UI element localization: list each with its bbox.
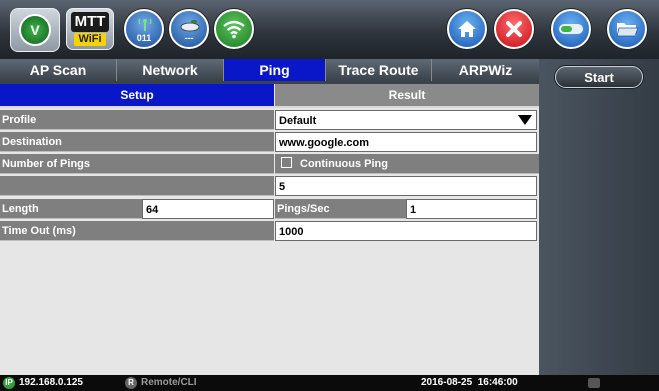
tab-ap-scan[interactable]: AP Scan — [0, 59, 117, 81]
wifi-label: WiFi — [74, 33, 106, 46]
home-logo-button[interactable]: V — [10, 8, 60, 52]
content-area — [0, 243, 539, 375]
mtt-label: MTT — [71, 12, 109, 32]
app-window: V MTT WiFi 011 --- AP Scan Network Ping … — [0, 0, 659, 391]
logo-icon: V — [19, 14, 51, 46]
right-toolbar — [539, 0, 659, 59]
side-panel — [539, 59, 659, 375]
content-divider — [0, 106, 539, 108]
pings-count-label-blank — [0, 176, 274, 196]
timeout-row: Time Out (ms) 1000 — [0, 221, 539, 241]
continuous-ping-label: Continuous Ping — [300, 158, 388, 170]
top-toolbar: V MTT WiFi 011 --- — [0, 0, 539, 59]
folder-icon — [616, 23, 639, 37]
ip-address: 192.168.0.125 — [19, 377, 83, 388]
folder-button[interactable] — [607, 9, 647, 49]
length-input[interactable]: 64 — [142, 199, 274, 219]
subtab-setup[interactable]: Setup — [0, 84, 274, 106]
main-tabs: AP Scan Network Ping Trace Route ARPWiz — [0, 59, 539, 81]
ip-badge-icon: IP — [3, 377, 15, 389]
tab-arpwiz[interactable]: ARPWiz — [432, 59, 539, 81]
pings-count-row: 5 — [0, 176, 539, 196]
sub-tabs: Setup Result — [0, 84, 539, 106]
tab-ping[interactable]: Ping — [224, 59, 326, 81]
destination-input[interactable]: www.google.com — [275, 132, 537, 152]
profile-select[interactable]: Default — [275, 110, 537, 130]
toggle-button[interactable] — [551, 9, 591, 49]
checkbox-icon — [281, 157, 292, 168]
length-row: Length 64 Pings/Sec 1 — [0, 199, 539, 219]
wifi-icon — [223, 20, 245, 39]
wifi-status-button[interactable] — [214, 9, 254, 49]
dashes-text: --- — [184, 33, 194, 43]
battery-icon — [588, 378, 600, 388]
toggle-icon — [559, 24, 583, 34]
length-label: Length — [0, 199, 142, 219]
dropdown-arrow-icon — [518, 115, 532, 125]
start-button[interactable]: Start — [555, 66, 643, 88]
wifi-device-icon — [180, 19, 200, 32]
antenna-icon — [138, 18, 152, 31]
home-button[interactable] — [447, 9, 487, 49]
remote-status: Remote/CLI — [141, 377, 197, 388]
profile-value: Default — [279, 115, 317, 127]
close-icon — [506, 21, 522, 37]
tab-network[interactable]: Network — [117, 59, 224, 81]
pings-label: Number of Pings — [0, 154, 274, 174]
close-button[interactable] — [494, 9, 534, 49]
channel-text: 011 — [136, 33, 152, 43]
antenna-channel-button[interactable]: 011 — [124, 9, 164, 49]
tab-trace-route[interactable]: Trace Route — [326, 59, 432, 81]
subtab-result[interactable]: Result — [275, 84, 539, 106]
pings-count-input[interactable]: 5 — [275, 176, 537, 196]
datetime: 2016-08-25 16:46:00 — [421, 377, 518, 388]
profile-label: Profile — [0, 110, 274, 130]
pings-row: Number of Pings Continuous Ping — [0, 154, 539, 174]
mtt-wifi-badge[interactable]: MTT WiFi — [66, 8, 114, 50]
continuous-ping-checkbox[interactable]: Continuous Ping — [275, 154, 539, 174]
profile-row: Profile Default — [0, 110, 539, 130]
pings-per-sec-input[interactable]: 1 — [406, 199, 537, 219]
remote-badge-icon: R — [125, 377, 137, 389]
destination-row: Destination www.google.com — [0, 132, 539, 152]
status-bar: IP 192.168.0.125 R Remote/CLI 2016-08-25… — [0, 375, 659, 391]
timeout-label: Time Out (ms) — [0, 221, 274, 241]
timeout-input[interactable]: 1000 — [275, 221, 537, 241]
home-icon — [458, 21, 476, 37]
profile-button[interactable]: --- — [169, 9, 209, 49]
pings-per-sec-label: Pings/Sec — [275, 199, 407, 219]
destination-label: Destination — [0, 132, 274, 152]
